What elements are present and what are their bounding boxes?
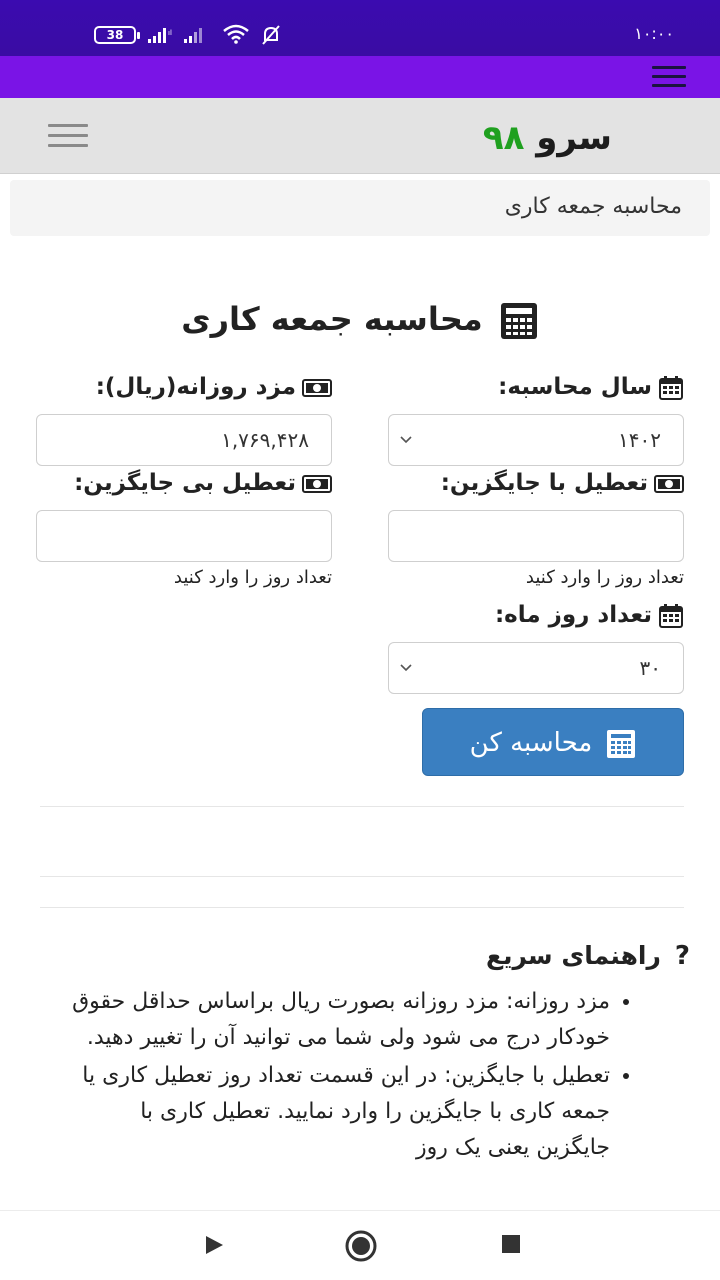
- page-title: محاسبه جمعه کاری: [0, 294, 720, 344]
- app-menu-icon[interactable]: [652, 66, 686, 88]
- svg-text:ıl: ıl: [168, 29, 172, 37]
- chevron-down-icon: [400, 436, 412, 444]
- wifi-icon: [223, 24, 249, 44]
- list-item: تعطیل با جایگزین: در این قسمت تعداد روز …: [60, 1058, 610, 1166]
- money-icon: [302, 378, 332, 397]
- month-days-select[interactable]: ۳۰: [388, 642, 684, 694]
- daily-wage-input[interactable]: ۱,۷۶۹,۴۲۸: [36, 414, 332, 466]
- divider: [40, 876, 684, 877]
- holiday-with-replacement-label: تعطیل با جایگزین:: [441, 466, 684, 500]
- question-icon: ?: [674, 941, 690, 971]
- holiday-with-replacement-input[interactable]: [388, 510, 684, 562]
- year-select[interactable]: ۱۴۰۲: [388, 414, 684, 466]
- quick-guide-list: مزد روزانه: مزد روزانه بصورت ریال براساس…: [60, 984, 650, 1168]
- divider: [40, 907, 684, 908]
- calculator-icon: [607, 729, 636, 758]
- calendar-icon: [659, 375, 683, 400]
- daily-wage-value: ۱,۷۶۹,۴۲۸: [221, 428, 309, 452]
- logo-number: ۹۸: [482, 118, 525, 158]
- holiday-without-replacement-hint: تعداد روز را وارد کنید: [173, 567, 332, 588]
- calculate-button[interactable]: محاسبه کن: [422, 708, 684, 776]
- chevron-down-icon: [400, 664, 412, 672]
- divider: [40, 806, 684, 807]
- month-days-select-value: ۳۰: [639, 656, 661, 680]
- recents-square-icon[interactable]: [500, 1233, 522, 1255]
- system-nav-bar: [0, 1210, 720, 1280]
- site-logo[interactable]: سرو ۹۸: [482, 116, 612, 160]
- logo-word: سرو: [536, 118, 612, 158]
- holiday-without-replacement-label: تعطیل بی جایگزین:: [74, 466, 332, 500]
- calculate-button-label: محاسبه کن: [469, 728, 593, 758]
- status-clock: ۱۰:۰۰: [634, 24, 674, 43]
- year-label: سال محاسبه:: [498, 370, 684, 404]
- calculator-icon: [500, 303, 537, 339]
- holiday-without-replacement-input[interactable]: [36, 510, 332, 562]
- mute-bell-icon: [262, 25, 280, 45]
- money-icon: [302, 474, 332, 493]
- money-icon: [654, 474, 684, 493]
- calendar-icon: [659, 603, 683, 628]
- signal-icon-2: [184, 28, 202, 43]
- app-bar: [0, 56, 720, 98]
- back-triangle-icon[interactable]: [202, 1233, 226, 1257]
- year-select-value: ۱۴۰۲: [618, 428, 661, 452]
- daily-wage-label: مزد روزانه(ریال):: [96, 370, 332, 404]
- site-header: سرو ۹۸: [0, 98, 720, 174]
- month-days-label: تعداد روز ماه:: [495, 598, 684, 632]
- battery-indicator: 38: [94, 26, 140, 44]
- hamburger-menu-icon[interactable]: [48, 124, 88, 148]
- breadcrumb: محاسبه جمعه کاری: [10, 180, 710, 236]
- signal-icon: ıl: [148, 28, 172, 43]
- quick-guide-title: ?راهنمای سریع: [0, 936, 690, 976]
- list-item: مزد روزانه: مزد روزانه بصورت ریال براساس…: [60, 984, 610, 1056]
- holiday-with-replacement-hint: تعداد روز را وارد کنید: [525, 567, 684, 588]
- home-circle-icon[interactable]: [344, 1229, 378, 1263]
- status-bar: 38 ıl ۱۰:۰۰: [0, 0, 720, 56]
- page-title-text: محاسبه جمعه کاری: [181, 300, 483, 338]
